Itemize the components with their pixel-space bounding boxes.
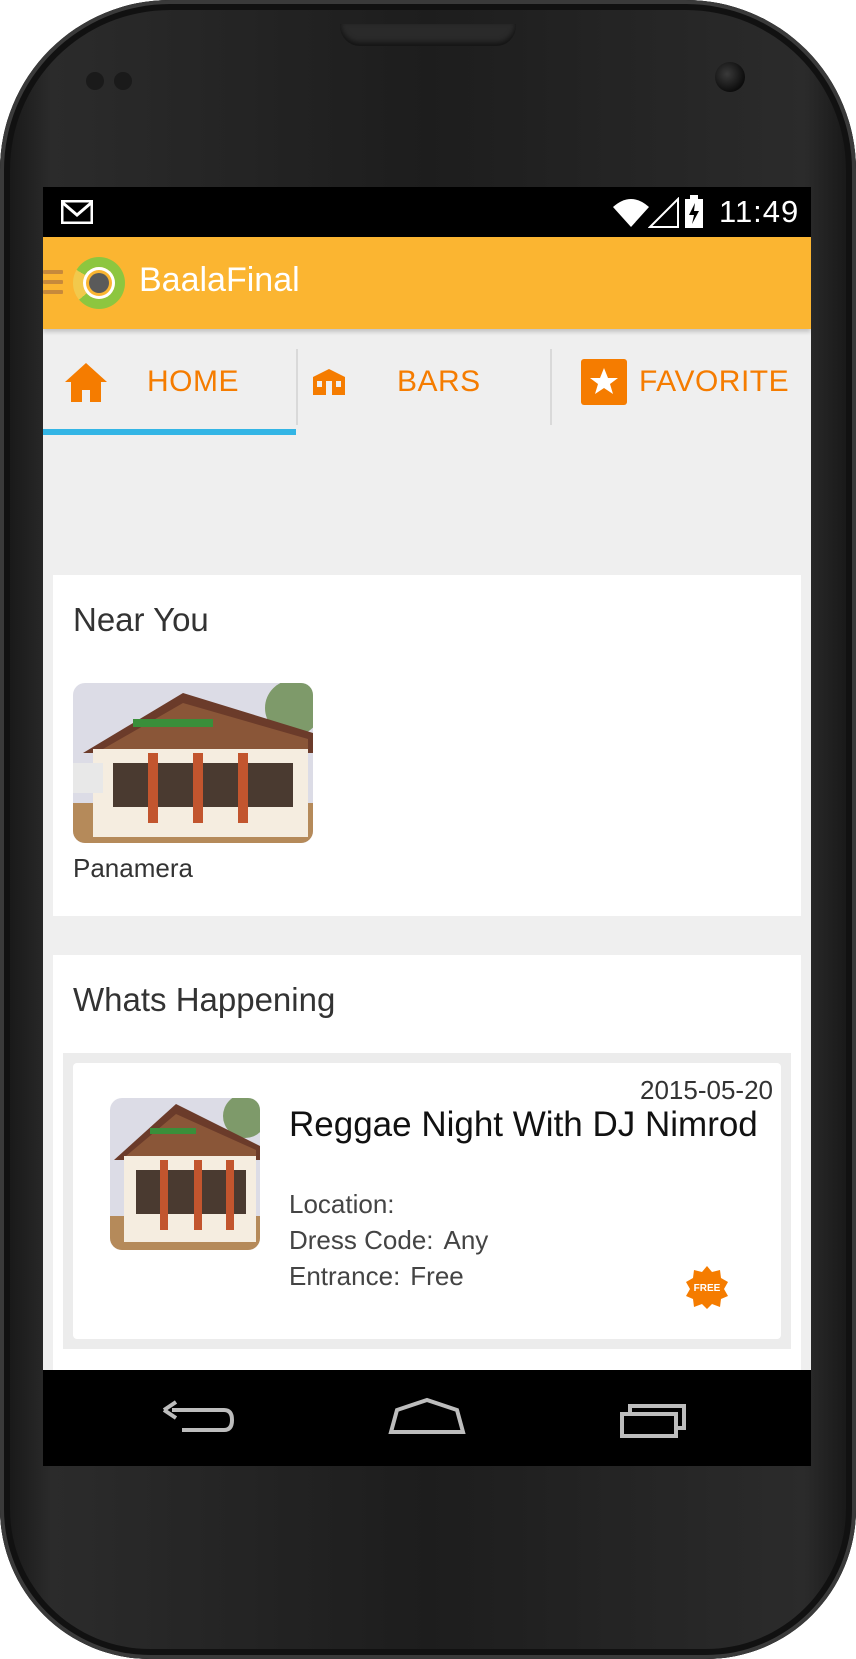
bar-building-icon — [313, 369, 345, 395]
free-badge-icon: FREE — [686, 1266, 728, 1309]
event-entrance-value: Free — [410, 1261, 464, 1291]
tab-bar: HOME BARS FAVORITE — [43, 329, 811, 435]
whats-happening-title: Whats Happening — [73, 981, 336, 1018]
near-you-card: Near You Panamera — [53, 575, 801, 916]
tab-bars-label: BARS — [397, 365, 481, 398]
app-bar: BaalaFinal — [43, 237, 811, 329]
home-icon — [65, 363, 107, 402]
menu-icon[interactable] — [43, 270, 63, 296]
back-icon[interactable] — [158, 1394, 238, 1442]
event-dress-code-label: Dress Code: — [289, 1225, 434, 1255]
event-date: 2015-05-20 — [640, 1075, 773, 1105]
near-you-title: Near You — [73, 601, 209, 638]
event-entrance-label: Entrance: — [289, 1261, 401, 1291]
bar-photo — [110, 1098, 260, 1250]
light-sensor — [114, 72, 132, 90]
app-title: BaalaFinal — [139, 261, 300, 299]
selected-tab-indicator — [43, 429, 296, 435]
tab-favorite[interactable]: FAVORITE — [581, 329, 811, 435]
tab-divider — [296, 349, 298, 425]
battery-charging-icon — [685, 195, 703, 228]
event-card[interactable]: 2015-05-20 Reggae Night With DJ Nimrod L… — [73, 1063, 781, 1339]
phone-frame: 11:49 BaalaFinal HOME BARS FAVORITE Near… — [0, 0, 856, 1659]
event-image — [110, 1098, 260, 1250]
system-nav-bar — [43, 1370, 811, 1466]
event-title: Reggae Night With DJ Nimrod — [289, 1105, 758, 1144]
whats-happening-card: Whats Happening 2015-05-20 Reggae Night … — [53, 955, 801, 1375]
tab-bars[interactable]: BARS — [309, 329, 549, 435]
home-icon[interactable] — [387, 1394, 467, 1442]
tab-divider — [550, 349, 552, 425]
proximity-sensor — [86, 72, 104, 90]
screen: 11:49 BaalaFinal HOME BARS FAVORITE Near… — [43, 187, 811, 1466]
event-dress-code-value: Any — [443, 1225, 489, 1255]
event-location-label: Location: — [289, 1189, 395, 1219]
front-camera — [715, 62, 745, 92]
app-logo-icon[interactable] — [73, 257, 125, 309]
near-you-item-name[interactable]: Panamera — [73, 853, 193, 884]
star-icon — [581, 359, 627, 405]
bar-photo — [73, 683, 313, 843]
status-bar: 11:49 — [43, 187, 811, 237]
tab-home[interactable]: HOME — [63, 329, 296, 435]
recents-icon[interactable] — [616, 1394, 696, 1442]
tab-home-label: HOME — [147, 365, 239, 398]
gmail-icon — [61, 200, 93, 224]
event-item[interactable]: 2015-05-20 Reggae Night With DJ Nimrod L… — [63, 1053, 791, 1349]
event-dress-code: Dress Code: Any — [289, 1225, 488, 1256]
status-time: 11:49 — [719, 194, 800, 229]
event-location: Location: — [289, 1189, 405, 1220]
signal-icon — [648, 197, 679, 228]
wifi-icon — [613, 199, 649, 227]
free-badge-text: FREE — [694, 1283, 721, 1294]
near-you-item-image[interactable] — [73, 683, 313, 843]
earpiece-speaker — [340, 24, 516, 46]
event-entrance: Entrance: Free — [289, 1261, 464, 1292]
tab-favorite-label: FAVORITE — [639, 365, 790, 398]
